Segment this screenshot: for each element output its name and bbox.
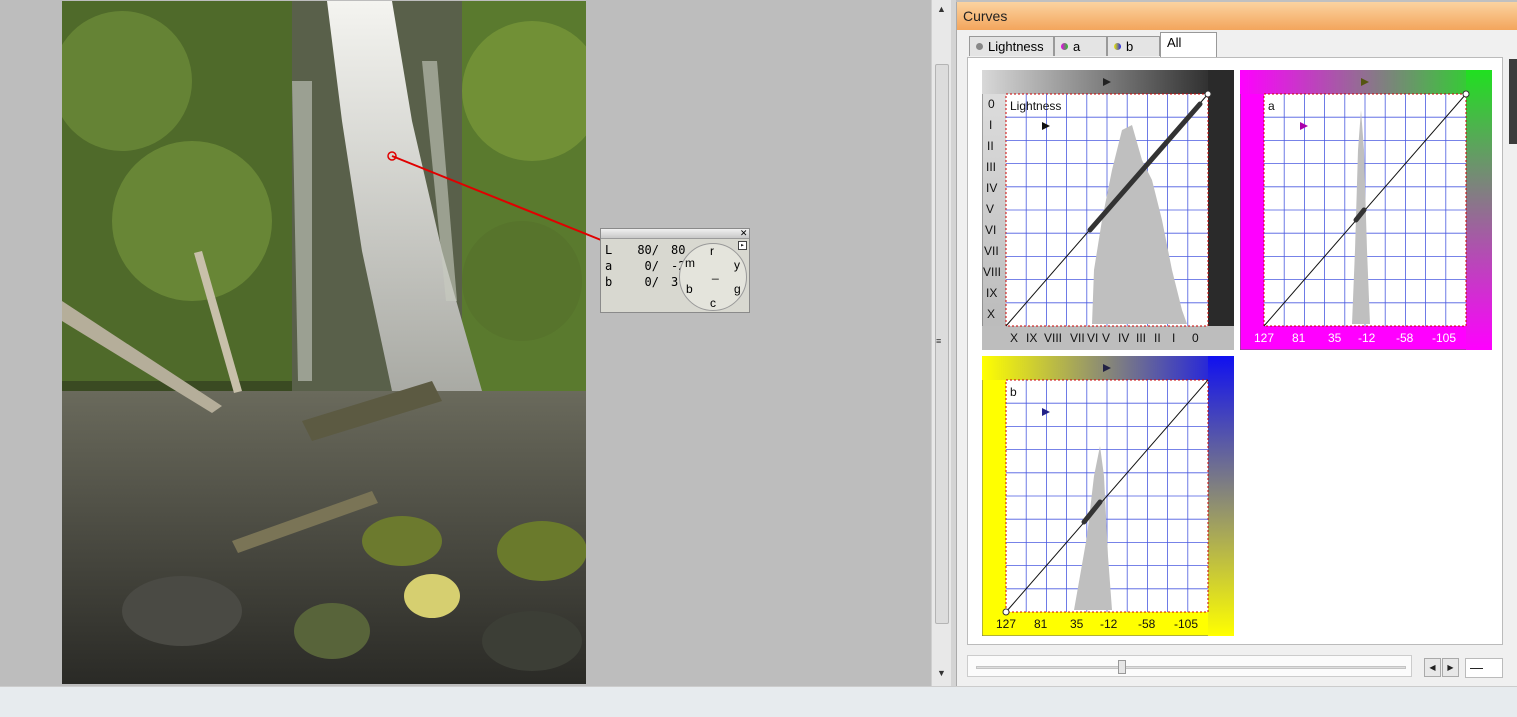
b-curve[interactable]: b 127 81 35 -12 -58 -105 xyxy=(982,356,1234,636)
probe-menu-icon[interactable]: ▸ xyxy=(738,241,747,250)
svg-text:VIII: VIII xyxy=(1044,331,1062,345)
svg-text:0: 0 xyxy=(988,97,995,111)
svg-text:b: b xyxy=(1010,385,1017,399)
probe-line xyxy=(387,151,602,241)
color-dial: r m y _ b g c xyxy=(679,243,747,311)
svg-text:VII: VII xyxy=(1070,331,1085,345)
svg-text:V: V xyxy=(986,202,994,216)
tab-a[interactable]: a xyxy=(1054,36,1107,56)
slider-knob[interactable] xyxy=(1118,660,1126,674)
tab-b[interactable]: b xyxy=(1107,36,1160,56)
scroll-up-icon[interactable]: ▲ xyxy=(937,4,946,14)
probe-row-l: L 80/80 xyxy=(605,243,686,257)
slider-track xyxy=(976,666,1406,669)
magenta-green-dot-icon xyxy=(1061,43,1068,50)
svg-text:81: 81 xyxy=(1292,331,1306,345)
svg-text:X: X xyxy=(987,307,995,321)
svg-text:-105: -105 xyxy=(1174,617,1198,631)
svg-text:-12: -12 xyxy=(1100,617,1118,631)
svg-text:I: I xyxy=(1172,331,1175,345)
probe-title-bar[interactable]: ✕ xyxy=(601,226,749,239)
svg-text:IX: IX xyxy=(986,286,997,300)
svg-text:II: II xyxy=(1154,331,1161,345)
svg-text:127: 127 xyxy=(1254,331,1274,345)
yellow-blue-dot-icon xyxy=(1114,43,1121,50)
svg-text:VI: VI xyxy=(985,223,996,237)
svg-text:0: 0 xyxy=(1192,331,1199,345)
lightness-curve[interactable]: Lightness 0 I II III IV V VI VII VIII IX… xyxy=(982,70,1234,350)
svg-text:VIII: VIII xyxy=(983,265,1001,279)
svg-text:-58: -58 xyxy=(1138,617,1156,631)
svg-text:III: III xyxy=(1136,331,1146,345)
horizontal-slider[interactable] xyxy=(967,655,1412,677)
image-canvas[interactable]: ✕ ▸ L 80/80 a 0/-2 b 0/3 r m y _ b g c xyxy=(0,0,931,686)
svg-text:-105: -105 xyxy=(1432,331,1456,345)
scroll-down-icon[interactable]: ▼ xyxy=(937,668,946,678)
svg-text:-58: -58 xyxy=(1396,331,1414,345)
svg-text:35: 35 xyxy=(1328,331,1342,345)
next-arrow-icon[interactable]: ▶ xyxy=(1442,658,1459,677)
probe-row-a: a 0/-2 xyxy=(605,259,686,273)
svg-text:IX: IX xyxy=(1026,331,1037,345)
curves-area: Lightness 0 I II III IV V VI VII VIII IX… xyxy=(967,57,1503,645)
svg-text:III: III xyxy=(986,160,996,174)
svg-text:81: 81 xyxy=(1034,617,1048,631)
svg-text:-12: -12 xyxy=(1358,331,1376,345)
grip-icon: ≡ xyxy=(936,336,942,346)
tab-lightness[interactable]: Lightness xyxy=(969,36,1054,56)
probe-row-b: b 0/3 xyxy=(605,275,679,289)
svg-text:a: a xyxy=(1268,99,1275,113)
svg-text:VI: VI xyxy=(1087,331,1098,345)
prev-arrow-icon[interactable]: ◀ xyxy=(1424,658,1441,677)
svg-text:X: X xyxy=(1010,331,1018,345)
gray-dot-icon xyxy=(976,43,983,50)
a-curve[interactable]: a 127 81 35 -12 -58 -105 xyxy=(1240,70,1492,350)
close-icon[interactable]: ✕ xyxy=(740,226,747,239)
svg-text:127: 127 xyxy=(996,617,1016,631)
svg-text:Lightness: Lightness xyxy=(1010,99,1061,113)
svg-text:IV: IV xyxy=(1118,331,1129,345)
svg-text:35: 35 xyxy=(1070,617,1084,631)
svg-text:I: I xyxy=(989,118,992,132)
tab-all[interactable]: All xyxy=(1160,32,1217,57)
curves-panel: Curves Lightness a b All Lightness 0 I I… xyxy=(956,2,1517,686)
vertical-scrollbar[interactable]: ▲ ≡ ▼ xyxy=(931,0,951,686)
svg-text:VII: VII xyxy=(984,244,999,258)
zoom-field[interactable]: — xyxy=(1465,658,1503,678)
svg-text:V: V xyxy=(1102,331,1110,345)
status-bar xyxy=(0,686,1517,717)
side-info-strip xyxy=(1509,59,1517,144)
color-probe-window[interactable]: ✕ ▸ L 80/80 a 0/-2 b 0/3 r m y _ b g c xyxy=(600,226,750,313)
curves-title: Curves xyxy=(957,2,1517,30)
svg-text:IV: IV xyxy=(986,181,997,195)
svg-text:II: II xyxy=(987,139,994,153)
